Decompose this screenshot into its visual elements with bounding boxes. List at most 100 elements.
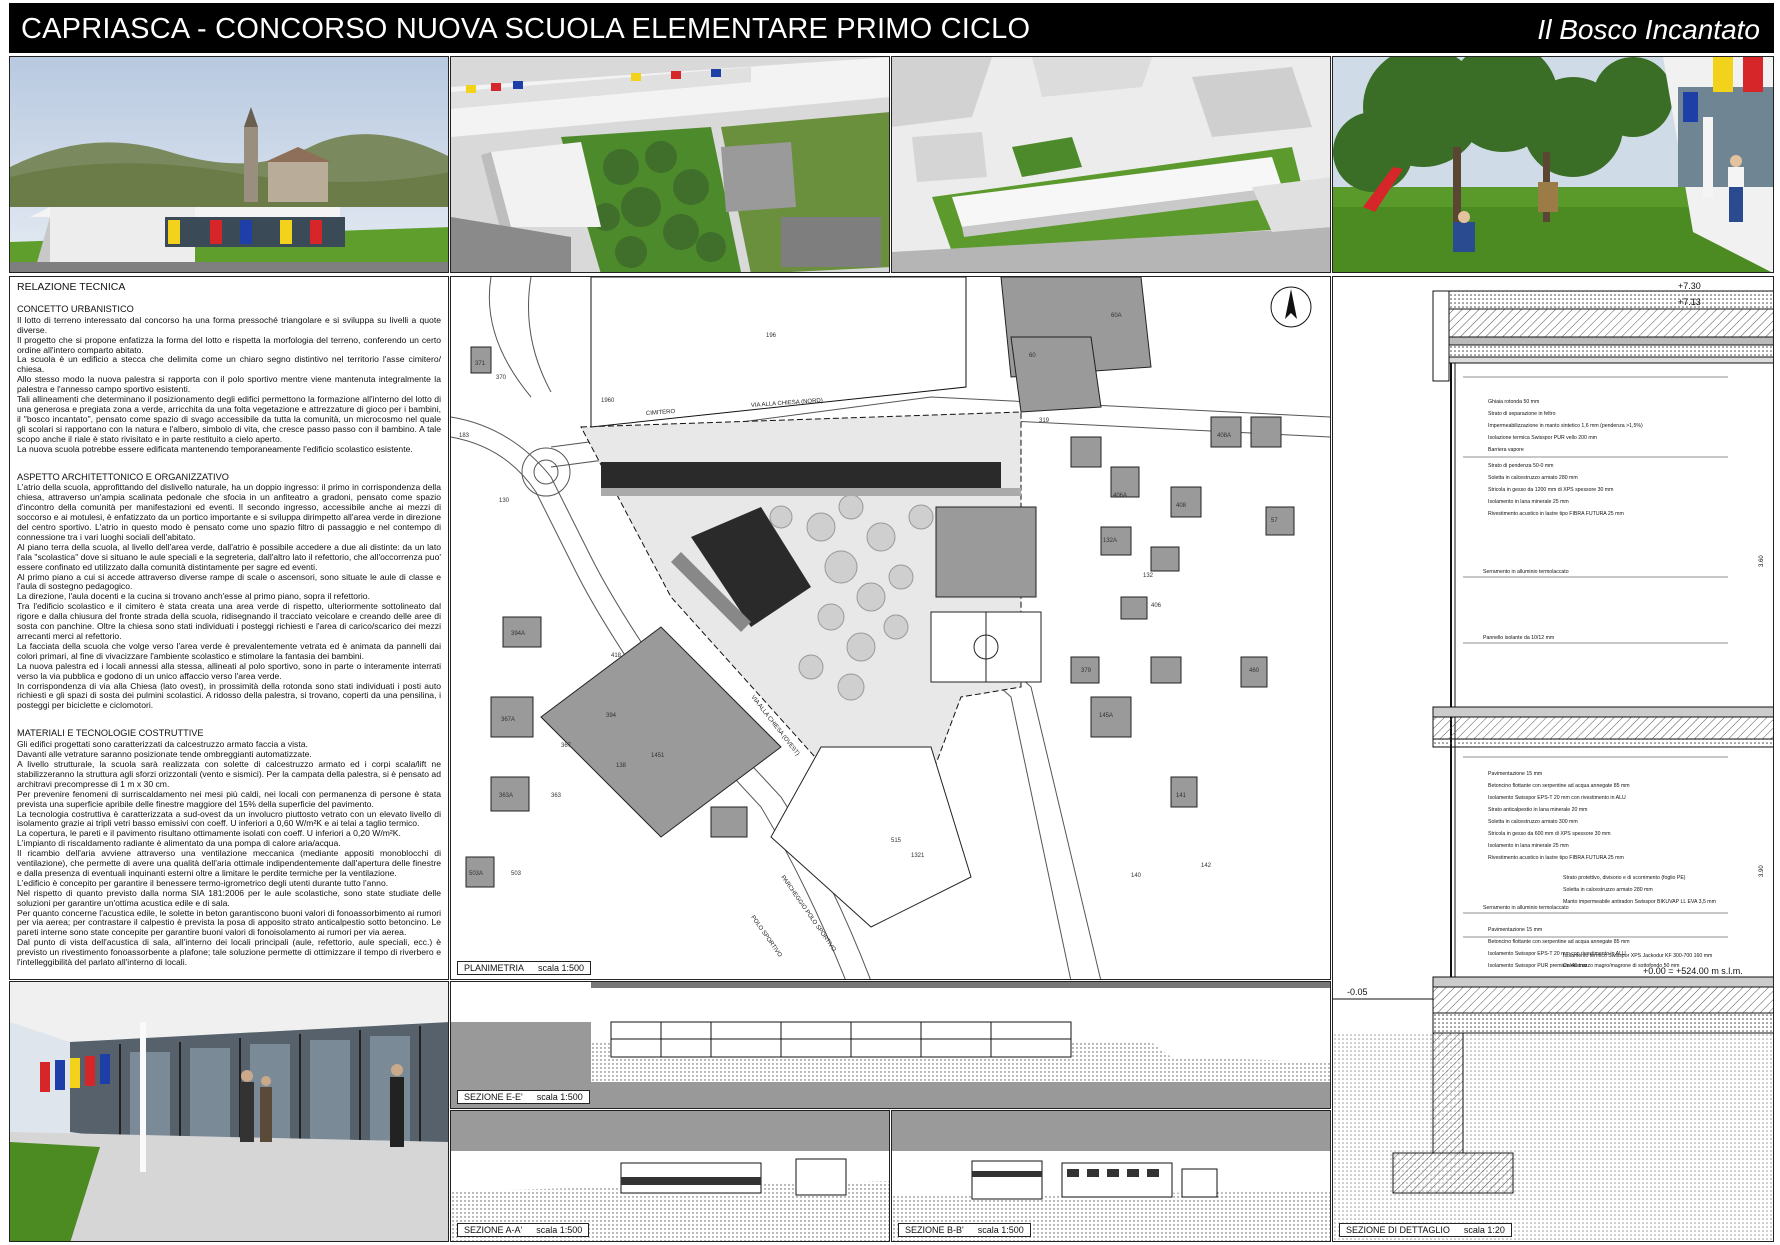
report-paragraph: La nuova palestra ed i locali annessi al… — [17, 660, 441, 681]
report-paragraph: Al piano terra della scuola, al livello … — [17, 541, 441, 572]
site-plan: 196 1960 371 370 183 130 418 394A 394 36… — [450, 276, 1331, 980]
parcel-label: 367 — [561, 743, 572, 749]
parcel-label: 406A — [1113, 493, 1127, 499]
dimension-label: 3.60 — [1759, 555, 1765, 567]
report-paragraph: Tra l'edificio scolastico e il cimitero … — [17, 601, 441, 641]
parcel-label: 503A — [469, 871, 483, 877]
parcel-label: 406 — [1151, 603, 1162, 609]
layer-label: Isolazione termica Swisspor PUR vello 20… — [1488, 435, 1597, 441]
level-mark: -0.05 — [1347, 987, 1368, 997]
project-motto: Il Bosco Incantato — [1537, 14, 1760, 45]
page-title: CAPRIASCA - CONCORSO NUOVA SCUOLA ELEMEN… — [21, 13, 1031, 45]
layer-label: Stricola in gesso da 1200 mm di XPS spes… — [1488, 487, 1613, 493]
section-bb: SEZIONE B-B' scala 1:500 — [891, 1110, 1331, 1242]
layer-label: Serramento in alluminio termolaccato — [1483, 905, 1569, 911]
layer-label: Pavimentazione 15 mm — [1488, 771, 1542, 777]
render-portico — [9, 981, 449, 1242]
layer-label: Isolamento in lana minerale 25 mm — [1488, 499, 1569, 505]
layer-label: Pannello isolante da 10/12 mm — [1483, 635, 1554, 641]
report-paragraph: Dal punto di vista dell'acustica di sala… — [17, 937, 441, 968]
parcel-label: 141 — [1176, 793, 1187, 799]
detail-scale-label: SEZIONE DI DETTAGLIO scala 1:20 — [1339, 1223, 1512, 1237]
level-mark: +7.13 — [1678, 297, 1701, 307]
layer-label: Strato di separazione in feltro — [1488, 411, 1556, 417]
report-paragraph: Allo stesso modo la nuova palestra si ra… — [17, 374, 441, 395]
layer-label: Strato protettivo, divisorio e di scorri… — [1563, 875, 1686, 881]
report-paragraph: Al primo piano a cui si accede attravers… — [17, 571, 441, 592]
parcel-label: 130 — [499, 498, 510, 504]
report-paragraph: In corrispondenza di via alla Chiesa (la… — [17, 680, 441, 711]
report-paragraph: A livello strutturale, la scuola sarà re… — [17, 758, 441, 789]
section-aa-label: SEZIONE A-A' scala 1:500 — [457, 1223, 590, 1237]
report-paragraph: Tali allineamenti che determinano il pos… — [17, 394, 441, 444]
layer-label: Strato anticalpestio in lana minerale 20… — [1488, 807, 1587, 813]
parcel-label: 57 — [1271, 518, 1278, 524]
parcel-label: 363 — [551, 793, 562, 799]
parcel-label: 394A — [511, 631, 525, 637]
report-paragraph: Il ricambio dell'aria avviene attraverso… — [17, 848, 441, 878]
parcel-label: 408 — [1176, 503, 1187, 509]
layer-label: Isolamento termico Swisspor XPS Jackodur… — [1563, 953, 1712, 959]
section-ee: SEZIONE E-E' scala 1:500 — [450, 981, 1331, 1109]
parcel-label: 60A — [1111, 313, 1122, 319]
parcel-label: 1960 — [601, 398, 615, 404]
report-paragraph: La tecnologia costruttiva è caratterizza… — [17, 808, 441, 829]
parcel-label: 418 — [611, 653, 622, 659]
parcel-label: 394 — [606, 713, 617, 719]
report-paragraph: Per prevenire fenomeni di surriscaldamen… — [17, 788, 441, 809]
street-label: POLO SPORTIVO — [749, 915, 782, 959]
parcel-label: 379 — [1081, 668, 1092, 674]
layer-label: Impermeabilizzazione in manto sintetico … — [1488, 423, 1643, 429]
parcel-label: 460 — [1249, 668, 1260, 674]
parcel-label: 408A — [1217, 433, 1231, 439]
layer-label: Rivestimento acustico in lastre tipo FIB… — [1488, 511, 1624, 517]
layer-label: Soletta in calcestruzzo armato 280 mm — [1488, 475, 1578, 481]
parcel-label: 60 — [1029, 353, 1036, 359]
report-paragraph: La scuola è un edificio a stecca che del… — [17, 354, 441, 375]
report-paragraph: Il lotto di terreno interessato dal conc… — [17, 314, 441, 335]
report-paragraph: Per quanto concerne l'acustica edile, le… — [17, 907, 441, 938]
layer-label: Pavimentazione 15 mm — [1488, 927, 1542, 933]
report-section-title: ASPETTO ARCHITETTONICO E ORGANIZZATIVO — [17, 471, 229, 482]
parcel-label: 183 — [459, 433, 470, 439]
parcel-label: 371 — [475, 361, 486, 367]
technical-report: RELAZIONE TECNICA CONCETTO URBANISTICO I… — [9, 276, 449, 980]
parcel-label: 363A — [499, 793, 513, 799]
render-playground — [1332, 56, 1774, 273]
layer-label: Rivestimento acustico in lastre tipo FIB… — [1488, 855, 1624, 861]
layer-label: Barriera vapore — [1488, 447, 1524, 453]
render-aerial-model — [891, 56, 1331, 273]
report-paragraph: L'atrio della scuola, approfittando del … — [17, 482, 441, 542]
parcel-label: 132A — [1103, 538, 1117, 544]
dimension-label: 3.90 — [1759, 865, 1765, 877]
layer-label: Ghiaia rotonda 50 mm — [1488, 399, 1539, 405]
section-ee-label: SEZIONE E-E' scala 1:500 — [457, 1090, 590, 1104]
report-paragraph: Il progetto che si propone enfatizza la … — [17, 334, 441, 355]
detail-section: +7.30 +7.13 -0.05 +0.00 = +524.00 m s.l.… — [1332, 276, 1774, 1242]
layer-label: Manto impermeabile antiradon Swisspor BI… — [1563, 899, 1716, 905]
layer-label: Betoncino flottante con serpentine ad ac… — [1488, 939, 1630, 945]
layer-label: Calcestruzzo magro/magrone di sottofondo… — [1563, 963, 1680, 969]
layer-label: Strato di pendenza 50-0 mm — [1488, 463, 1553, 469]
parcel-label: 503 — [511, 871, 522, 877]
report-paragraph: La nuova scuola potrebbe essere edificat… — [17, 443, 413, 454]
report-section-title: MATERIALI E TECNOLOGIE COSTRUTTIVE — [17, 728, 204, 739]
parcel-label: 132 — [1143, 573, 1154, 579]
parcel-label: 370 — [496, 375, 507, 381]
plan-scale-label: PLANIMETRIA scala 1:500 — [457, 961, 592, 975]
layer-label: Isolamento in lana minerale 25 mm — [1488, 843, 1569, 849]
layer-label: Stricola in gesso da 600 mm di XPS spess… — [1488, 831, 1611, 837]
parcel-label: 1451 — [651, 753, 665, 759]
parcel-label: 367A — [501, 717, 515, 723]
parcel-label: 142 — [1201, 863, 1212, 869]
parcel-label: 140 — [1131, 873, 1142, 879]
parcel-label: 145A — [1099, 713, 1113, 719]
section-aa: SEZIONE A-A' scala 1:500 — [450, 1110, 890, 1242]
parcel-label: 138 — [616, 763, 627, 769]
layer-label: Betoncino flottante con serpentine ad ac… — [1488, 783, 1630, 789]
report-paragraph: Nel rispetto di quanto previsto dalla no… — [17, 887, 441, 908]
parcel-label: 196 — [766, 333, 777, 339]
parcel-label: 319 — [1039, 418, 1050, 424]
layer-label: Serramento in alluminio termolaccato — [1483, 569, 1569, 575]
report-heading: RELAZIONE TECNICA — [17, 281, 126, 293]
